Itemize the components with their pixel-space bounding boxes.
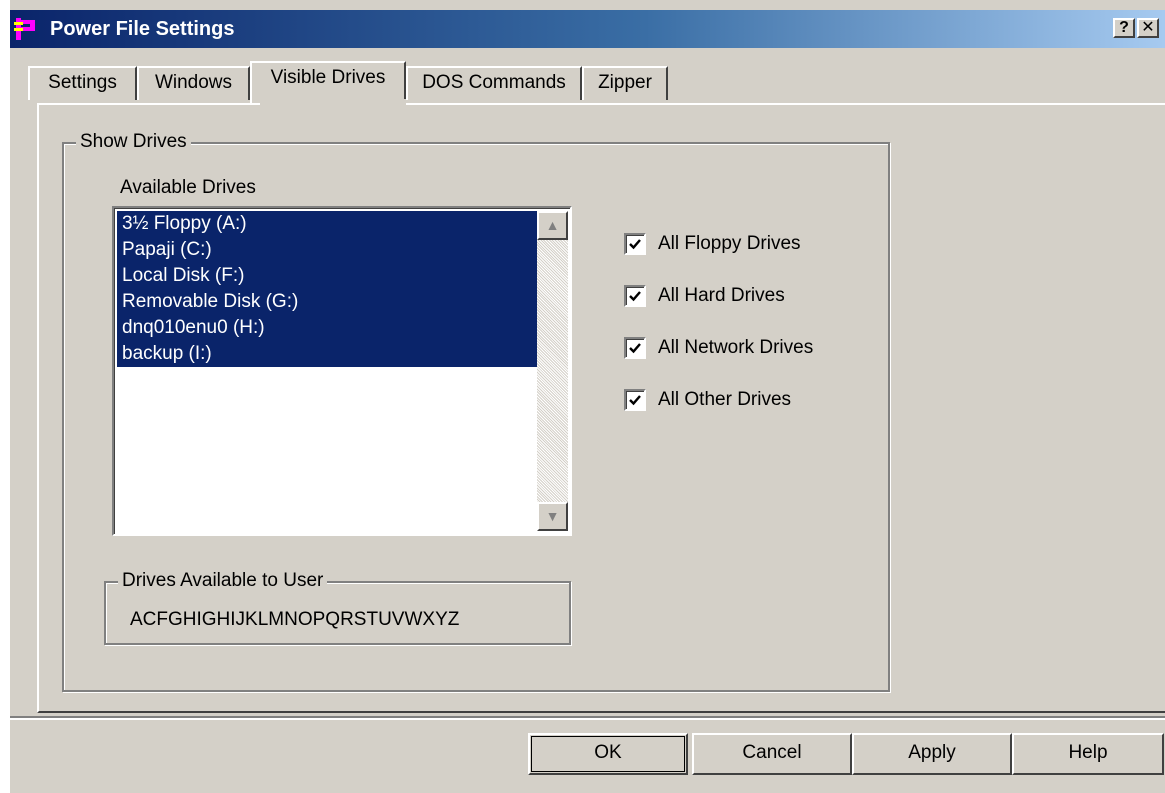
user-drives-value: ACFGHIGHIJKLMNOPQRSTUVWXYZ: [130, 609, 460, 630]
help-button[interactable]: Help: [1012, 733, 1164, 775]
checkbox-floppy[interactable]: [624, 233, 646, 255]
list-item[interactable]: dnq010enu0 (H:): [117, 315, 541, 341]
tab-dos-commands[interactable]: DOS Commands: [406, 66, 582, 100]
help-title-button[interactable]: ?: [1113, 18, 1135, 38]
checkbox-hard[interactable]: [624, 285, 646, 307]
checkbox-network[interactable]: [624, 337, 646, 359]
settings-dialog: Power File Settings ? ✕ Settings Windows…: [8, 0, 1165, 793]
available-drives-list[interactable]: 3½ Floppy (A:) Papaji (C:) Local Disk (F…: [112, 206, 572, 536]
list-item[interactable]: Removable Disk (G:): [117, 289, 541, 315]
show-drives-legend: Show Drives: [76, 131, 191, 153]
checkbox-floppy-label: All Floppy Drives: [658, 233, 801, 254]
user-drives-legend: Drives Available to User: [118, 570, 328, 592]
tab-panel-joint: [260, 99, 406, 109]
button-bar-separator: [10, 716, 1165, 720]
available-drives-label: Available Drives: [120, 177, 256, 198]
list-item[interactable]: backup (I:): [117, 341, 541, 367]
checkbox-hard-label: All Hard Drives: [658, 285, 785, 306]
list-item[interactable]: 3½ Floppy (A:): [117, 211, 541, 237]
app-icon: [14, 16, 40, 42]
title-bar[interactable]: Power File Settings ? ✕: [10, 10, 1165, 48]
apply-button[interactable]: Apply: [852, 733, 1012, 775]
checkbox-network-label: All Network Drives: [658, 337, 814, 358]
tab-visible-drives[interactable]: Visible Drives: [250, 61, 406, 103]
tab-zipper[interactable]: Zipper: [582, 66, 668, 100]
tab-settings[interactable]: Settings: [28, 66, 137, 100]
scroll-up-icon[interactable]: ▲: [537, 211, 568, 240]
ok-button[interactable]: OK: [528, 733, 688, 775]
list-item[interactable]: Papaji (C:): [117, 237, 541, 263]
checkbox-other[interactable]: [624, 389, 646, 411]
close-icon[interactable]: ✕: [1137, 18, 1159, 38]
list-item[interactable]: Local Disk (F:): [117, 263, 541, 289]
window-title: Power File Settings: [50, 18, 235, 40]
checkmark-icon: [629, 239, 641, 250]
scroll-down-icon[interactable]: ▼: [537, 502, 568, 531]
cancel-button[interactable]: Cancel: [692, 733, 852, 775]
vertical-scrollbar[interactable]: ▲ ▼: [537, 211, 568, 531]
tab-windows[interactable]: Windows: [137, 66, 250, 100]
checkmark-icon: [629, 343, 641, 354]
checkmark-icon: [629, 291, 641, 302]
checkmark-icon: [629, 395, 641, 406]
checkbox-other-label: All Other Drives: [658, 389, 792, 410]
